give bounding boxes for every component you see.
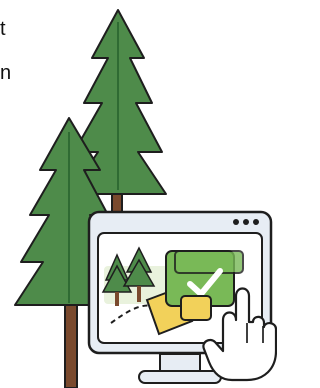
forest-monitor-illustration <box>14 9 277 388</box>
